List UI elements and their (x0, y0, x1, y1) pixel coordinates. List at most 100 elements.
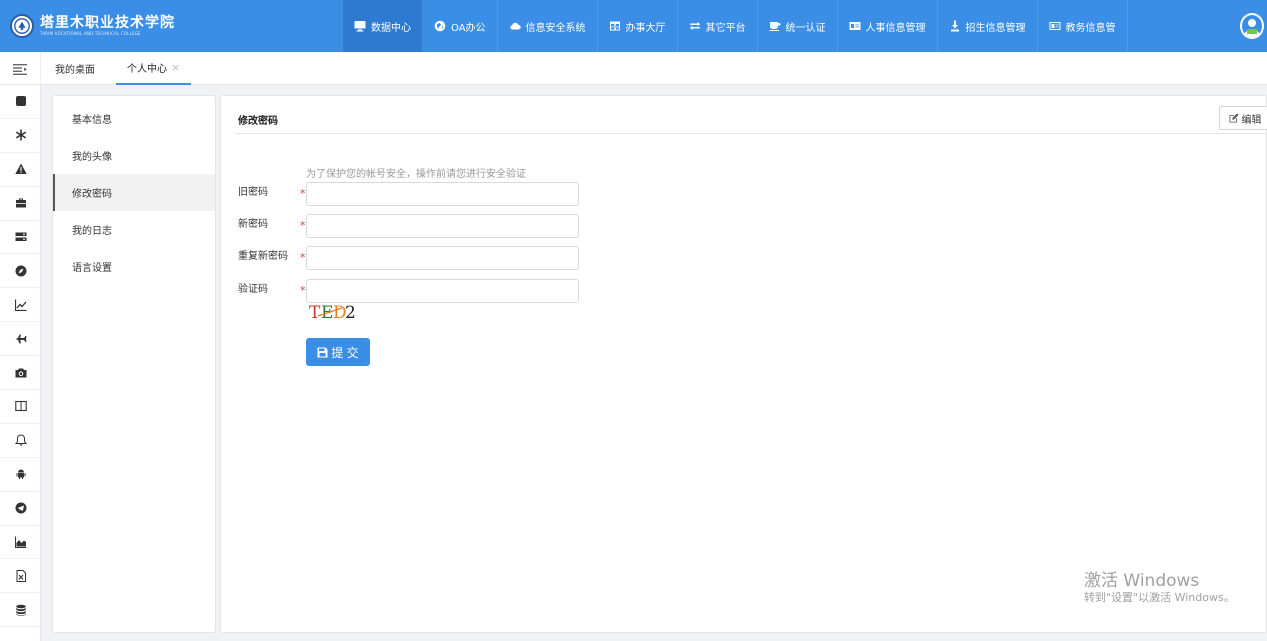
cup-icon (769, 20, 781, 32)
menu-item-basic-info[interactable]: 基本信息 (53, 100, 215, 137)
sidebar-item-android[interactable] (0, 458, 41, 492)
compass-icon (15, 265, 26, 277)
sidebar-item-square[interactable] (0, 85, 41, 119)
nav-item-hr[interactable]: 人事信息管理 (838, 0, 938, 52)
windows-activation-watermark: 激活 Windows 转到"设置"以激活 Windows。 (1084, 571, 1235, 605)
nav-item-label: 教务信息管 (1065, 22, 1116, 34)
icon-sidebar (0, 85, 41, 641)
menu-item-change-password[interactable]: 修改密码 (53, 174, 215, 211)
sidebar-item-plane[interactable] (0, 322, 41, 357)
sidebar-item-briefcase[interactable] (0, 187, 41, 221)
briefcase-icon (15, 198, 26, 208)
nav-item-label: 招生信息管理 (965, 22, 1026, 34)
sidebar-item-columns[interactable] (0, 390, 41, 424)
repeat-password-label: 重复新密码 (238, 251, 288, 262)
sidebar-item-excel[interactable] (0, 559, 41, 594)
cloud-icon (509, 20, 521, 32)
nav-item-security[interactable]: 信息安全系统 (498, 0, 598, 52)
menu-toggle-button[interactable] (0, 52, 41, 85)
area-chart-icon (14, 536, 26, 549)
old-password-label: 旧密码 (238, 187, 268, 198)
menu-item-label: 基本信息 (72, 115, 112, 126)
close-icon[interactable]: × (171, 61, 180, 74)
nav-item-label: 统一认证 (785, 22, 826, 34)
telegram-icon (15, 502, 26, 514)
table-icon (609, 20, 621, 32)
watermark-line-2: 转到"设置"以激活 Windows。 (1084, 591, 1235, 604)
college-logo[interactable]: 塔里木职业技术学院 TARIM VOCATIONAL AND TECHNICAL… (10, 12, 175, 40)
sidebar-item-database[interactable] (0, 593, 41, 628)
repeat-password-row: 重复新密码 * (238, 246, 583, 270)
sidebar-item-area-chart[interactable] (0, 526, 41, 560)
sidebar-item-telegram[interactable] (0, 492, 41, 526)
asterisk-icon (15, 129, 26, 141)
edit-icon (1229, 113, 1238, 123)
user-download-icon (949, 20, 961, 32)
captcha-field[interactable] (306, 279, 579, 303)
profile-menu: 基本信息 我的头像 修改密码 我的日志 语言设置 (52, 95, 216, 633)
menu-item-my-log[interactable]: 我的日志 (53, 211, 215, 248)
logo-text-cn: 塔里木职业技术学院 (40, 14, 175, 31)
logo-text-en: TARIM VOCATIONAL AND TECHNICAL COLLEGE (40, 30, 141, 36)
bell-icon (14, 434, 27, 446)
college-seal-icon (10, 14, 34, 38)
menu-item-language[interactable]: 语言设置 (53, 248, 215, 285)
captcha-noise-line (317, 307, 343, 317)
tab-label: 我的桌面 (55, 65, 95, 76)
old-password-field[interactable] (306, 182, 579, 206)
nav-item-unified-auth[interactable]: 统一认证 (758, 0, 838, 52)
nav-item-label: 其它平台 (705, 22, 746, 34)
globe-icon (434, 20, 446, 32)
nav-item-service-hall[interactable]: 办事大厅 (598, 0, 678, 52)
monitor-icon (354, 20, 366, 32)
save-icon (317, 347, 328, 357)
menu-item-label: 我的头像 (72, 152, 112, 163)
sidebar-item-server[interactable] (0, 221, 41, 255)
edit-button[interactable]: 编辑 (1219, 106, 1267, 130)
new-password-field[interactable] (306, 214, 579, 238)
warning-icon (14, 163, 27, 175)
nav-item-oa[interactable]: OA办公 (423, 0, 498, 52)
nav-item-label: 人事信息管理 (865, 22, 926, 34)
nav-item-data-center[interactable]: 数据中心 (343, 0, 423, 52)
change-password-panel: 修改密码 编辑 为了保护您的帐号安全，操作前请您进行安全验证 旧密码 * 新密码… (220, 95, 1267, 633)
id-card-icon (849, 20, 861, 32)
top-nav: 数据中心 OA办公 信息安全系统 办事大厅 其它平台 统一认证 人事信息管理 招… (343, 0, 1128, 52)
required-mark: * (300, 284, 306, 297)
tab-bar: 我的桌面 个人中心 × (0, 52, 1267, 85)
sidebar-item-asterisk[interactable] (0, 119, 41, 153)
nav-item-other-platforms[interactable]: 其它平台 (678, 0, 758, 52)
user-avatar[interactable] (1240, 13, 1264, 39)
menu-item-avatar[interactable]: 我的头像 (53, 137, 215, 174)
nav-item-admissions[interactable]: 招生信息管理 (938, 0, 1038, 52)
submit-button[interactable]: 提 交 (306, 338, 370, 366)
captcha-label: 验证码 (238, 284, 268, 295)
new-password-label: 新密码 (238, 219, 268, 230)
sidebar-item-line-chart[interactable] (0, 288, 41, 323)
sidebar-item-bell[interactable] (0, 424, 41, 458)
columns-icon (14, 401, 27, 412)
database-icon (15, 604, 26, 616)
captcha-row: 验证码 * (238, 279, 583, 303)
sidebar-item-compass[interactable] (0, 254, 41, 289)
plane-icon (15, 334, 26, 344)
edit-button-label: 编辑 (1241, 114, 1262, 126)
line-chart-icon (14, 299, 26, 311)
old-password-row: 旧密码 * (238, 182, 583, 206)
menu-item-label: 我的日志 (72, 226, 112, 237)
exchange-icon (689, 20, 701, 32)
menu-item-label: 语言设置 (72, 263, 112, 274)
nav-item-academic[interactable]: 教务信息管 (1038, 0, 1128, 52)
nav-item-label: 办事大厅 (625, 22, 666, 34)
list-indent-icon (13, 63, 27, 75)
watermark-line-1: 激活 Windows (1084, 571, 1200, 591)
tab-personal-center[interactable]: 个人中心 × (116, 52, 192, 85)
square-icon (15, 96, 26, 107)
excel-file-icon (16, 569, 26, 582)
repeat-password-field[interactable] (306, 246, 579, 270)
sidebar-item-warning[interactable] (0, 153, 41, 187)
tab-my-desktop[interactable]: 我的桌面 (55, 52, 95, 85)
tab-label: 个人中心 (127, 64, 167, 75)
captcha-image[interactable]: T E D 2 (309, 303, 369, 323)
sidebar-item-camera[interactable] (0, 356, 41, 391)
